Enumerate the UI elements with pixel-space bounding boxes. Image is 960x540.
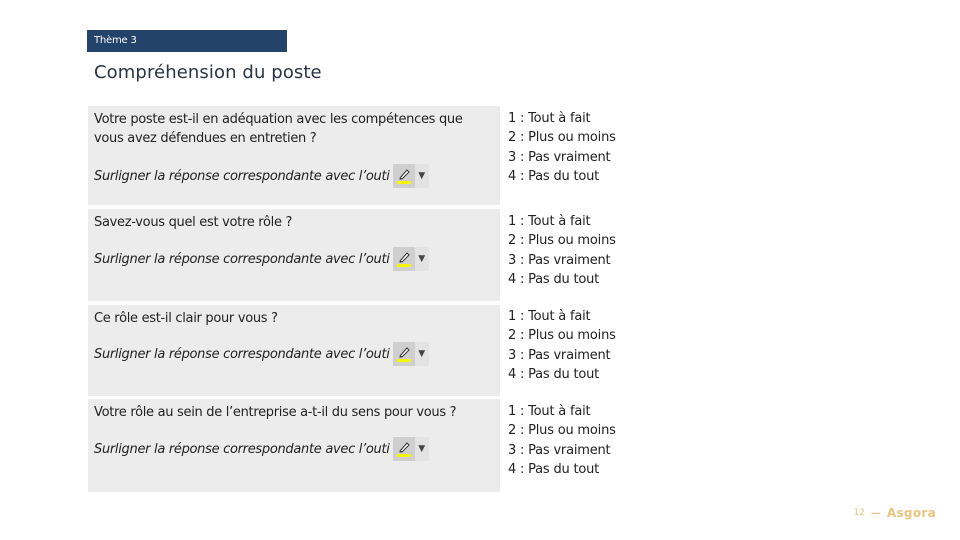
question-row: Ce rôle est-il clair pour vous ? Surlign…	[88, 305, 500, 396]
answer-options: 1 : Tout à fait 2 : Plus ou moins 3 : Pa…	[508, 307, 616, 385]
page-number: 12	[853, 508, 865, 518]
instruction-label: Surligner la réponse correspondante avec…	[94, 251, 390, 267]
answer-option[interactable]: 1 : Tout à fait	[508, 109, 616, 128]
chevron-down-icon[interactable]: ▼	[415, 171, 429, 181]
chevron-down-icon[interactable]: ▼	[415, 254, 429, 264]
theme-label-bar: Thème 3	[87, 30, 287, 52]
instruction-label: Surligner la réponse correspondante avec…	[94, 346, 390, 362]
answer-option[interactable]: 4 : Pas du tout	[508, 270, 616, 289]
answer-option[interactable]: 3 : Pas vraiment	[508, 441, 616, 460]
highlighter-icon[interactable]	[392, 247, 415, 271]
highlight-tool-button[interactable]: ▼	[392, 342, 429, 366]
slide-footer: 12 — Asgora	[853, 506, 936, 520]
instruction-text: Surligner la réponse correspondante avec…	[94, 164, 429, 188]
question-row: Votre poste est-il en adéquation avec le…	[88, 106, 500, 205]
highlight-tool-button[interactable]: ▼	[392, 437, 429, 461]
highlighter-icon[interactable]	[392, 164, 415, 188]
question-row: Votre rôle au sein de l’entreprise a-t-i…	[88, 399, 500, 492]
answer-option[interactable]: 3 : Pas vraiment	[508, 346, 616, 365]
highlighter-icon[interactable]	[392, 437, 415, 461]
answer-options: 1 : Tout à fait 2 : Plus ou moins 3 : Pa…	[508, 109, 616, 187]
question-row: Savez-vous quel est votre rôle ? Surlign…	[88, 209, 500, 301]
highlight-tool-button[interactable]: ▼	[392, 164, 429, 188]
question-text: Ce rôle est-il clair pour vous ?	[94, 311, 278, 326]
answer-option[interactable]: 4 : Pas du tout	[508, 365, 616, 384]
page-title: Compréhension du poste	[94, 62, 322, 83]
answer-option[interactable]: 4 : Pas du tout	[508, 167, 616, 186]
highlight-tool-button[interactable]: ▼	[392, 247, 429, 271]
answer-option[interactable]: 2 : Plus ou moins	[508, 421, 616, 440]
answer-option[interactable]: 2 : Plus ou moins	[508, 128, 616, 147]
instruction-text: Surligner la réponse correspondante avec…	[94, 342, 429, 366]
answer-option[interactable]: 2 : Plus ou moins	[508, 231, 616, 250]
brand-logo: Asgora	[886, 506, 936, 520]
instruction-text: Surligner la réponse correspondante avec…	[94, 247, 429, 271]
answer-option[interactable]: 1 : Tout à fait	[508, 212, 616, 231]
answer-option[interactable]: 3 : Pas vraiment	[508, 251, 616, 270]
answer-options: 1 : Tout à fait 2 : Plus ou moins 3 : Pa…	[508, 212, 616, 290]
instruction-label: Surligner la réponse correspondante avec…	[94, 441, 390, 457]
footer-separator: —	[870, 507, 881, 519]
question-text: Votre rôle au sein de l’entreprise a-t-i…	[94, 405, 457, 420]
answer-option[interactable]: 1 : Tout à fait	[508, 307, 616, 326]
answer-option[interactable]: 2 : Plus ou moins	[508, 326, 616, 345]
chevron-down-icon[interactable]: ▼	[415, 349, 429, 359]
answer-option[interactable]: 3 : Pas vraiment	[508, 148, 616, 167]
question-text: Votre poste est-il en adéquation avec le…	[94, 112, 463, 146]
instruction-label: Surligner la réponse correspondante avec…	[94, 168, 390, 184]
instruction-text: Surligner la réponse correspondante avec…	[94, 437, 429, 461]
chevron-down-icon[interactable]: ▼	[415, 444, 429, 454]
answer-option[interactable]: 4 : Pas du tout	[508, 460, 616, 479]
answer-option[interactable]: 1 : Tout à fait	[508, 402, 616, 421]
theme-label: Thème 3	[94, 35, 137, 46]
highlighter-icon[interactable]	[392, 342, 415, 366]
answer-options: 1 : Tout à fait 2 : Plus ou moins 3 : Pa…	[508, 402, 616, 480]
question-text: Savez-vous quel est votre rôle ?	[94, 215, 293, 230]
